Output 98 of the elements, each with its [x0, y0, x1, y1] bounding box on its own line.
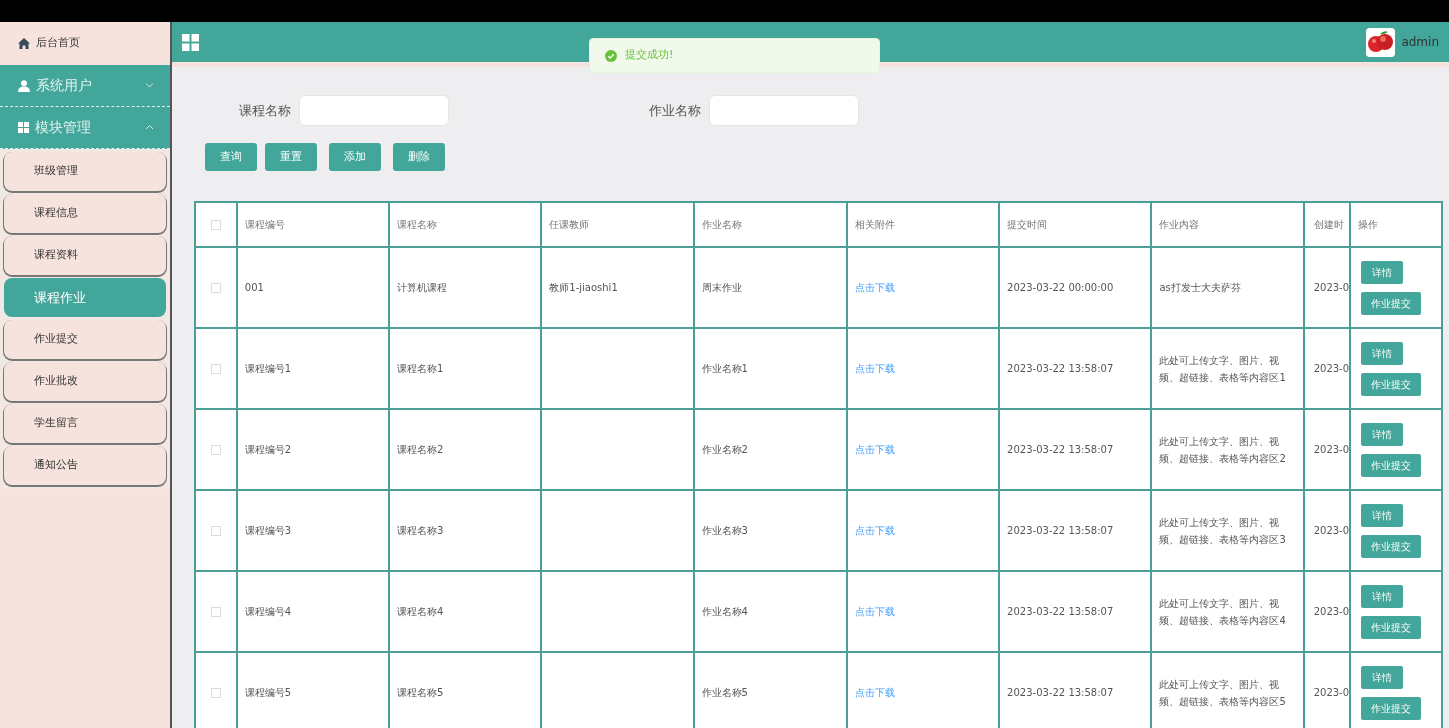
table-cell: 2023-03-22 13:58:07	[1007, 687, 1114, 698]
menu-item[interactable]: 课程资料	[4, 236, 166, 275]
details-button[interactable]: 详情	[1361, 341, 1404, 365]
table-cell: 课程编号5	[244, 687, 292, 698]
table-cell: 计算机课程	[397, 282, 448, 293]
table-cell: 2023-03-22 13:58:07	[1007, 525, 1114, 536]
field-label: 课程名称	[239, 101, 291, 120]
details-button[interactable]: 详情	[1361, 665, 1404, 689]
table-cell: 作业名称1	[701, 363, 748, 374]
column-header: 相关附件	[854, 219, 895, 230]
checkbox[interactable]	[210, 525, 221, 536]
table-cell: 课程编号1	[244, 363, 292, 374]
menu-item[interactable]: 作业批改	[4, 362, 166, 401]
table-cell: 2023-0	[1313, 444, 1349, 455]
table-cell: 2023-0	[1313, 363, 1349, 374]
column-header: 提交时间	[1007, 219, 1048, 230]
table-cell: 2023-0	[1313, 606, 1349, 617]
menu-item[interactable]: 课程信息	[4, 194, 166, 233]
details-button[interactable]: 详情	[1361, 422, 1404, 446]
search-button[interactable]: 重置	[265, 143, 317, 171]
table-cell: 此处可上传文字、图片、视频、超链接、表格等内容区3	[1159, 516, 1286, 545]
details-button[interactable]: 详情	[1361, 584, 1404, 608]
table-cell: 2023-03-22 13:58:07	[1007, 363, 1114, 374]
submit-button[interactable]: 作业提交	[1361, 291, 1422, 315]
submit-button[interactable]: 作业提交	[1361, 696, 1422, 720]
chevron-icon	[145, 124, 154, 131]
download-link[interactable]: 点击下载	[854, 444, 895, 455]
table-cell: 课程名称3	[397, 525, 444, 536]
table-cell: 课程名称4	[397, 606, 444, 617]
field-label: 作业名称	[649, 101, 701, 120]
table-cell: 作业名称5	[701, 687, 748, 698]
menu-item[interactable]: 课程作业	[4, 278, 166, 317]
checkbox[interactable]	[210, 219, 221, 230]
column-header: 课程名称	[397, 219, 438, 230]
details-button[interactable]: 详情	[1361, 503, 1404, 527]
column-header: 作业内容	[1159, 219, 1200, 230]
download-link[interactable]: 点击下载	[854, 606, 895, 617]
checkbox[interactable]	[210, 363, 221, 374]
input-field[interactable]	[299, 95, 449, 126]
home-icon	[18, 38, 30, 49]
table-cell: 课程编号4	[244, 606, 292, 617]
download-link[interactable]: 点击下载	[854, 525, 895, 536]
grid-icon	[18, 122, 29, 133]
user-name[interactable]: admin	[1401, 33, 1439, 51]
user-icon	[18, 79, 30, 92]
submit-button[interactable]: 作业提交	[1361, 372, 1422, 396]
table-cell: 课程名称1	[397, 363, 444, 374]
check-icon	[605, 49, 617, 62]
search-button[interactable]: 添加	[329, 143, 381, 171]
table-cell: 作业名称2	[701, 444, 748, 455]
search-button[interactable]: 查询	[205, 143, 257, 171]
column-header: 操作	[1358, 219, 1379, 230]
menu-group[interactable]: 模块管理	[0, 107, 170, 149]
table-cell: 2023-0	[1313, 282, 1349, 293]
menu-item[interactable]: 通知公告	[4, 446, 166, 485]
table-cell: 2023-0	[1313, 687, 1349, 698]
table-cell: 作业名称3	[701, 525, 748, 536]
column-header: 创建时	[1313, 219, 1344, 230]
table-cell: 2023-0	[1313, 525, 1349, 536]
chevron-icon	[145, 82, 154, 89]
column-header: 作业名称	[701, 219, 742, 230]
download-link[interactable]: 点击下载	[854, 687, 895, 698]
table-cell: 2023-03-22 00:00:00	[1007, 282, 1114, 293]
table-cell: 课程编号3	[244, 525, 292, 536]
menu-item[interactable]: 作业提交	[4, 320, 166, 359]
details-button[interactable]: 详情	[1361, 260, 1404, 284]
download-link[interactable]: 点击下载	[854, 363, 895, 374]
menu-item[interactable]: 班级管理	[4, 152, 166, 191]
search-button[interactable]: 删除	[393, 143, 445, 171]
table-cell: 此处可上传文字、图片、视频、超链接、表格等内容区4	[1159, 597, 1286, 626]
table-cell: 001	[244, 282, 264, 293]
submit-button[interactable]: 作业提交	[1361, 453, 1422, 477]
table-cell: 课程编号2	[244, 444, 292, 455]
table-cell: as打发士大夫萨芬	[1159, 282, 1241, 293]
table-cell: 2023-03-22 13:58:07	[1007, 606, 1114, 617]
checkbox[interactable]	[210, 444, 221, 455]
table-cell: 此处可上传文字、图片、视频、超链接、表格等内容区5	[1159, 678, 1286, 707]
table-cell: 课程名称5	[397, 687, 444, 698]
submit-button[interactable]: 作业提交	[1361, 534, 1422, 558]
menu-group[interactable]: 系统用户	[0, 65, 170, 107]
column-header: 课程编号	[244, 219, 285, 230]
checkbox[interactable]	[210, 687, 221, 698]
table-cell: 教师1-jiaoshi1	[549, 282, 618, 293]
checkbox[interactable]	[210, 606, 221, 617]
table-cell: 此处可上传文字、图片、视频、超链接、表格等内容区1	[1159, 354, 1286, 383]
table-cell: 此处可上传文字、图片、视频、超链接、表格等内容区2	[1159, 435, 1286, 464]
table-cell: 2023-03-22 13:58:07	[1007, 444, 1114, 455]
submit-button[interactable]: 作业提交	[1361, 615, 1422, 639]
download-link[interactable]: 点击下载	[854, 282, 895, 293]
table-cell: 周末作业	[701, 282, 742, 293]
table-cell: 作业名称4	[701, 606, 748, 617]
table-cell: 课程名称2	[397, 444, 444, 455]
checkbox[interactable]	[210, 282, 221, 293]
menu-item[interactable]: 学生留言	[4, 404, 166, 443]
column-header: 任课教师	[549, 219, 590, 230]
grid-icon[interactable]	[182, 33, 199, 51]
toast-message: 提交成功!	[625, 47, 674, 64]
input-field[interactable]	[709, 95, 859, 126]
